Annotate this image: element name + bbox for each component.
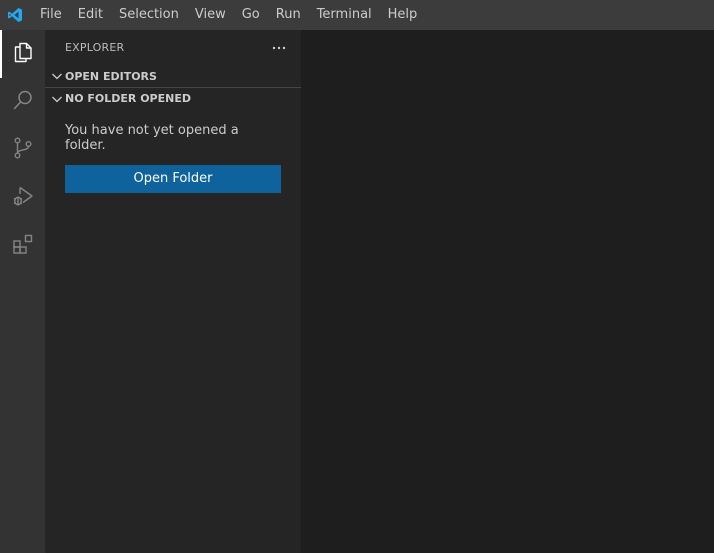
activity-run-debug[interactable] [0, 174, 45, 222]
section-label: OPEN EDITORS [65, 69, 157, 83]
source-control-icon [11, 136, 35, 164]
menu-file[interactable]: File [30, 0, 70, 30]
menu-help[interactable]: Help [380, 0, 426, 30]
section-open-editors[interactable]: OPEN EDITORS [45, 65, 301, 87]
files-icon [11, 40, 35, 68]
run-debug-icon [11, 184, 35, 212]
menu-go[interactable]: Go [234, 0, 268, 30]
section-no-folder-opened[interactable]: NO FOLDER OPENED [45, 87, 301, 109]
chevron-down-icon [49, 91, 65, 107]
editor-area[interactable] [301, 30, 714, 553]
open-folder-button[interactable]: Open Folder [65, 165, 281, 193]
title-bar: File Edit Selection View Go Run Terminal… [0, 0, 714, 30]
menu-edit[interactable]: Edit [70, 0, 111, 30]
menu-view[interactable]: View [187, 0, 234, 30]
more-actions-icon[interactable] [269, 38, 289, 58]
extensions-icon [11, 232, 35, 260]
activity-search[interactable] [0, 78, 45, 126]
search-icon [11, 88, 35, 116]
empty-folder-message: You have not yet opened a folder. [65, 123, 239, 153]
sidebar-title: EXPLORER [65, 41, 125, 54]
activity-source-control[interactable] [0, 126, 45, 174]
sidebar-header: EXPLORER [45, 30, 301, 65]
menu-selection[interactable]: Selection [111, 0, 187, 30]
vscode-logo-icon [0, 0, 30, 30]
activity-explorer[interactable] [0, 30, 45, 78]
explorer-sidebar: EXPLORER OPEN EDITORS NO FOLDER OPENED Y… [45, 30, 301, 553]
menu-terminal[interactable]: Terminal [309, 0, 380, 30]
chevron-down-icon [49, 68, 65, 84]
section-label: NO FOLDER OPENED [65, 92, 191, 105]
vscode-window: File Edit Selection View Go Run Terminal… [0, 0, 714, 553]
activity-bar [0, 30, 45, 553]
menu-run[interactable]: Run [268, 0, 309, 30]
menu-bar: File Edit Selection View Go Run Terminal… [30, 0, 425, 30]
activity-extensions[interactable] [0, 222, 45, 270]
